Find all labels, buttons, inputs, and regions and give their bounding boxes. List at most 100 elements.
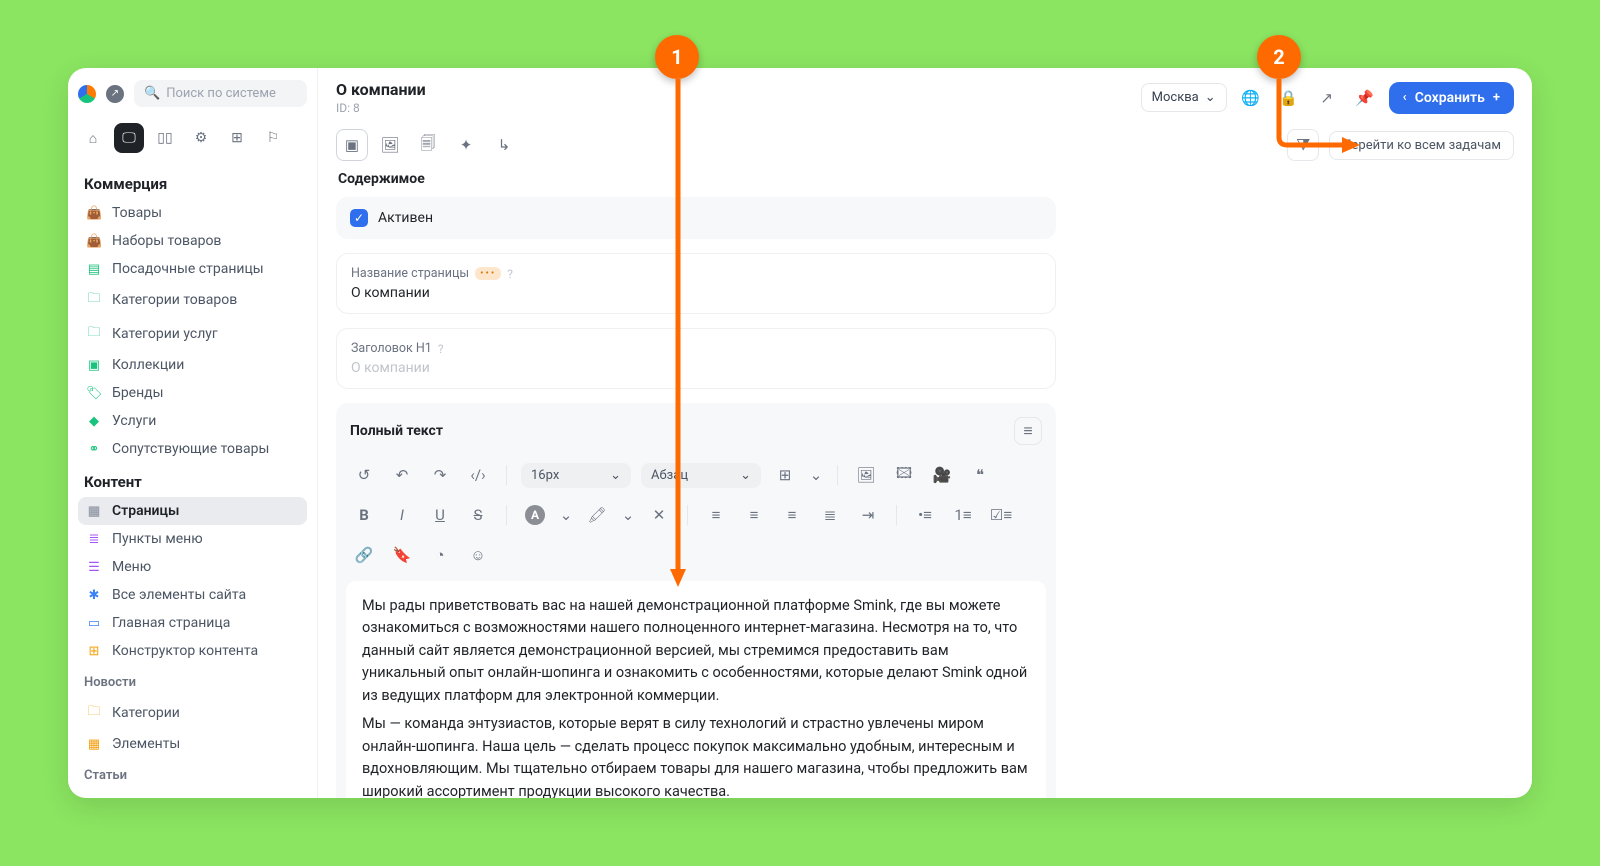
undo-icon: ↶: [396, 466, 409, 484]
align-right-button[interactable]: ≡: [778, 501, 806, 529]
align-center-button[interactable]: ≡: [740, 501, 768, 529]
underline-button[interactable]: U: [426, 501, 454, 529]
plus-square-icon: ⊞: [231, 130, 243, 146]
emoji-button[interactable]: ☺: [464, 541, 492, 569]
tab-ai[interactable]: ✦: [450, 129, 482, 161]
active-label: Активен: [378, 210, 433, 226]
check-list-button[interactable]: ☑≡: [987, 501, 1015, 529]
bullet-list-button[interactable]: •≡: [911, 501, 939, 529]
toolbar-separator: [896, 505, 897, 525]
sidebar-item-product-categories[interactable]: 🗀Категории товаров: [78, 283, 307, 317]
link-button[interactable]: 🔗: [350, 541, 378, 569]
pin-button[interactable]: 📌: [1351, 84, 1379, 112]
image-icon: 🖼: [856, 466, 875, 484]
strike-button[interactable]: S: [464, 501, 492, 529]
chevron-down-icon[interactable]: ⌄: [559, 501, 573, 529]
page-name-card[interactable]: Название страницы ••• ? О компании: [336, 253, 1056, 314]
sidebar-item-pages[interactable]: ▦Страницы: [78, 497, 307, 525]
save-button[interactable]: ‹ Сохранить +: [1389, 82, 1514, 114]
indent-button[interactable]: ⇥: [854, 501, 882, 529]
insert-gallery-button[interactable]: 🖾: [890, 461, 918, 489]
insert-video-button[interactable]: 🎥: [928, 461, 956, 489]
lock-icon: 🔒: [1279, 89, 1298, 107]
video-icon: 🎥: [933, 466, 952, 484]
sidebar-item-product-sets[interactable]: 👜Наборы товаров: [78, 227, 307, 255]
chevron-down-icon[interactable]: ⌄: [809, 461, 823, 489]
chevron-down-icon[interactable]: ⌄: [621, 501, 635, 529]
sidebar-item-related-products[interactable]: ⚭Сопутствующие товары: [78, 435, 307, 463]
time-button[interactable]: ◔: [426, 541, 454, 569]
sidebar-item-collections[interactable]: ▣Коллекции: [78, 351, 307, 379]
editor-settings-button[interactable]: ≡: [1014, 417, 1042, 445]
bold-icon: B: [359, 506, 369, 524]
highlight-button[interactable]: 🖍: [583, 501, 611, 529]
code-button[interactable]: ‹/›: [464, 461, 492, 489]
bold-button[interactable]: B: [350, 501, 378, 529]
font-size-select[interactable]: 16px ⌄: [521, 463, 631, 488]
redo-button[interactable]: ↷: [426, 461, 454, 489]
sidebar-item-label: Категории: [112, 705, 180, 721]
mode-btn-sliders[interactable]: ⚙: [186, 123, 216, 153]
external-link-icon[interactable]: ↗: [106, 85, 124, 103]
block-type-select[interactable]: Абзац ⌄: [641, 463, 761, 488]
editor-title: Полный текст: [350, 423, 443, 439]
chevron-left-icon: ‹: [1403, 90, 1407, 105]
page-title: О компании: [336, 80, 426, 99]
italic-button[interactable]: I: [388, 501, 416, 529]
clear-format-button[interactable]: ✕: [645, 501, 673, 529]
sidebar-item-content-builder[interactable]: ⊞Конструктор контента: [78, 637, 307, 665]
open-external-button[interactable]: ↗: [1313, 84, 1341, 112]
text-color-button[interactable]: A: [521, 501, 549, 529]
mode-btn-desktop[interactable]: 🖵: [114, 123, 144, 153]
mode-btn-book[interactable]: ▯▯: [150, 123, 180, 153]
sidebar-item-landing-pages[interactable]: ▤Посадочные страницы: [78, 255, 307, 283]
globe-button[interactable]: 🌐: [1237, 84, 1265, 112]
tab-content[interactable]: ▣: [336, 129, 368, 161]
insert-quote-button[interactable]: ❝: [966, 461, 994, 489]
sidebar-group-articles: Статьи: [78, 758, 307, 789]
search-placeholder: Поиск по системе: [166, 86, 276, 101]
bullet-list-icon: •≡: [918, 506, 932, 524]
tab-flow[interactable]: ↳: [488, 129, 520, 161]
sidebar-item-label: Главная страница: [112, 615, 230, 631]
sidebar-item-news-elements[interactable]: ▦Элементы: [78, 730, 307, 758]
lock-button[interactable]: 🔒: [1275, 84, 1303, 112]
bookmark-button[interactable]: 🔖: [388, 541, 416, 569]
history-button[interactable]: ↺: [350, 461, 378, 489]
sidebar-item-news-categories[interactable]: 🗀Категории: [78, 696, 307, 730]
insert-image-button[interactable]: 🖼: [852, 461, 880, 489]
sidebar-item-all-elements[interactable]: ✱Все элементы сайта: [78, 581, 307, 609]
mode-btn-add[interactable]: ⊞: [222, 123, 252, 153]
sidebar-item-menu[interactable]: ☰Меню: [78, 553, 307, 581]
sidebar-item-products[interactable]: 👜Товары: [78, 199, 307, 227]
mode-btn-flag[interactable]: ⚐: [258, 123, 288, 153]
top-actions: Москва ⌄ 🌐 🔒 ↗ 📌 ‹ Сохранить +: [1141, 82, 1514, 114]
active-card: ✓ Активен: [336, 197, 1056, 239]
table-button[interactable]: ⊞: [771, 461, 799, 489]
undo-button[interactable]: ↶: [388, 461, 416, 489]
tab-files[interactable]: 🗐: [412, 129, 444, 161]
clear-icon: ✕: [653, 506, 666, 524]
editor-body[interactable]: Мы рады приветствовать вас на нашей демо…: [346, 581, 1046, 798]
mode-btn-home[interactable]: ⌂: [78, 123, 108, 153]
number-list-button[interactable]: 1≡: [949, 501, 977, 529]
editor-head: Полный текст ≡: [336, 417, 1056, 455]
help-icon[interactable]: ?: [438, 342, 444, 356]
align-justify-button[interactable]: ≣: [816, 501, 844, 529]
sidebar-item-menu-items[interactable]: ≣Пункты меню: [78, 525, 307, 553]
tab-image[interactable]: 🖼: [374, 129, 406, 161]
sidebar-item-home-page[interactable]: ▭Главная страница: [78, 609, 307, 637]
active-checkbox-row[interactable]: ✓ Активен: [350, 209, 1042, 227]
city-select[interactable]: Москва ⌄: [1141, 83, 1227, 112]
filter-button[interactable]: ⧩: [1287, 129, 1319, 161]
document-icon: ▣: [345, 136, 359, 154]
help-icon[interactable]: ?: [507, 267, 513, 281]
all-tasks-button[interactable]: Перейти ко всем задачам: [1329, 131, 1514, 160]
sidebar-item-services[interactable]: ◆Услуги: [78, 407, 307, 435]
sidebar-item-service-categories[interactable]: 🗀Категории услуг: [78, 317, 307, 351]
sidebar-item-brands[interactable]: 🏷Бренды: [78, 379, 307, 407]
h1-card[interactable]: Заголовок H1 ? О компании: [336, 328, 1056, 389]
search-input[interactable]: 🔍 Поиск по системе: [134, 80, 307, 107]
toolbar-separator: [837, 465, 838, 485]
align-left-button[interactable]: ≡: [702, 501, 730, 529]
